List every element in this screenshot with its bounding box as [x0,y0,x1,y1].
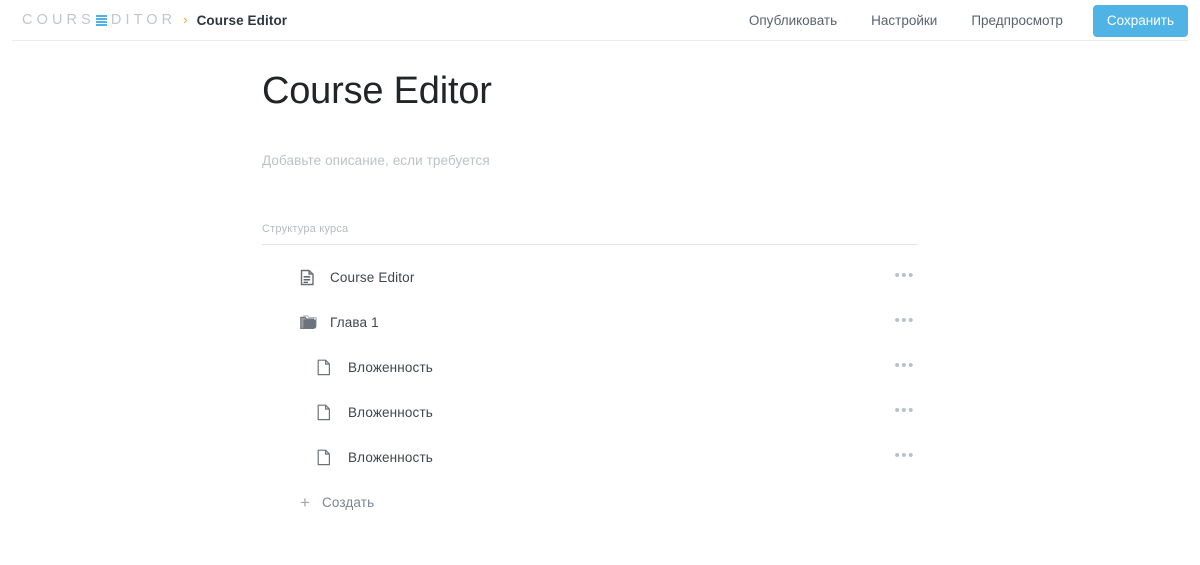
table-row[interactable]: Вложенность ••• [262,435,917,480]
page-icon [317,447,335,467]
brand-text-before: COURS [22,12,95,29]
breadcrumb-current: Course Editor [196,13,288,28]
article-icon [300,267,318,287]
row-more-options-icon[interactable]: ••• [892,444,917,467]
row-more-options-icon[interactable]: ••• [892,264,917,287]
course-description-placeholder[interactable]: Добавьте описание, если требуется [262,153,1200,168]
tree-item-label: Вложенность [348,404,433,420]
brand-text-after: DITOR [110,12,177,29]
row-more-options-icon[interactable]: ••• [892,354,917,377]
table-row[interactable]: Глава 1 ••• [262,300,917,345]
page-icon [317,402,335,422]
course-structure-tree: Course Editor ••• Глава 1 ••• Вложенност… [262,245,917,480]
course-structure-label: Структура курса [262,222,349,235]
tree-item-label: Вложенность [348,359,433,375]
page-title[interactable]: Course Editor [262,69,1200,115]
tree-item-label: Course Editor [330,269,415,285]
page-icon [317,357,335,377]
folder-icon [300,312,318,332]
top-navigation: Опубликовать Настройки Предпросмотр Сохр… [732,4,1188,37]
nav-settings[interactable]: Настройки [854,14,954,28]
nav-preview[interactable]: Предпросмотр [954,14,1080,28]
nav-publish[interactable]: Опубликовать [732,14,854,28]
course-structure-section: Структура курса Course Editor ••• Глава … [262,223,917,511]
tree-item-label: Вложенность [348,449,433,465]
create-button-label: Создать [321,494,375,510]
plus-icon: + [300,492,310,512]
table-row[interactable]: Course Editor ••• [262,255,917,300]
brand-logo[interactable]: COURS DITOR [22,13,176,28]
top-bar: COURS DITOR › Course Editor Опубликовать… [0,0,1200,41]
table-row[interactable]: Вложенность ••• [262,345,917,390]
save-button[interactable]: Сохранить [1092,4,1188,37]
row-more-options-icon[interactable]: ••• [892,399,917,422]
tree-item-label: Глава 1 [330,314,379,330]
page-content: Course Editor Добавьте описание, если тр… [0,41,1200,511]
create-button[interactable]: + Создать [262,494,374,511]
brand-accent-e-icon [95,14,107,27]
table-row[interactable]: Вложенность ••• [262,390,917,435]
breadcrumb-chevron-icon: › [183,12,188,27]
row-more-options-icon[interactable]: ••• [892,309,917,332]
